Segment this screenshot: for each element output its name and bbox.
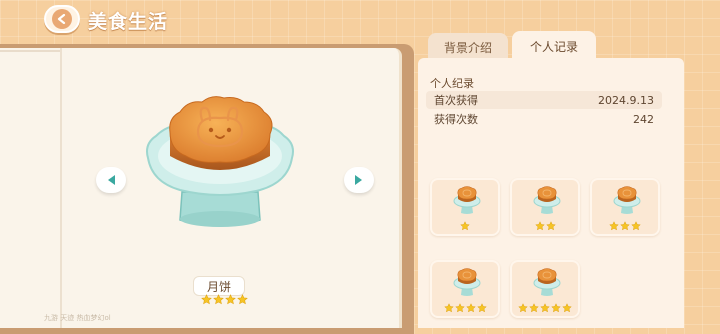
star-icon bbox=[562, 303, 572, 313]
variant-star-rating bbox=[512, 221, 578, 231]
triangle-right-icon bbox=[355, 175, 362, 185]
mooncake-icon bbox=[613, 186, 641, 214]
star-icon bbox=[609, 221, 619, 231]
variant-card[interactable] bbox=[430, 178, 500, 236]
star-icon bbox=[460, 221, 470, 231]
book-spine bbox=[60, 48, 62, 328]
star-icon bbox=[540, 303, 550, 313]
record-value: 2024.9.13 bbox=[598, 93, 654, 107]
record-label: 首次获得 bbox=[434, 94, 478, 107]
page-title: 美食生活 bbox=[88, 11, 169, 33]
variant-card[interactable] bbox=[510, 178, 580, 236]
mooncake-image bbox=[146, 96, 294, 227]
star-icon bbox=[237, 294, 248, 305]
star-icon bbox=[476, 303, 487, 313]
star-icon bbox=[201, 294, 212, 305]
mooncake-icon bbox=[453, 268, 481, 296]
next-item-button[interactable] bbox=[344, 167, 374, 193]
star-icon bbox=[443, 303, 454, 313]
star-icon bbox=[518, 303, 528, 313]
record-row-first-obtained: 首次获得 2024.9.13 bbox=[426, 91, 662, 109]
star-icon bbox=[534, 221, 545, 231]
star-icon bbox=[213, 294, 224, 305]
footer-watermark: 九游 天迹 热血梦幻ol bbox=[44, 314, 111, 322]
prev-item-button[interactable] bbox=[96, 167, 126, 193]
triangle-left-icon bbox=[108, 175, 115, 185]
star-icon bbox=[631, 221, 641, 231]
variant-card[interactable] bbox=[510, 260, 580, 318]
record-label: 获得次数 bbox=[434, 113, 478, 126]
item-name-label: 月饼 bbox=[193, 276, 245, 296]
page-divider bbox=[0, 50, 60, 52]
variant-card[interactable] bbox=[590, 178, 660, 236]
back-button[interactable] bbox=[44, 5, 80, 33]
tab-background-intro[interactable]: 背景介绍 bbox=[428, 33, 508, 61]
star-icon bbox=[545, 221, 556, 231]
variant-card[interactable] bbox=[430, 260, 500, 318]
star-icon bbox=[620, 221, 630, 231]
back-arrow-icon bbox=[52, 9, 72, 29]
variant-star-rating bbox=[432, 221, 498, 231]
variant-star-rating bbox=[512, 303, 578, 313]
tab-personal-record[interactable]: 个人记录 bbox=[512, 31, 596, 61]
variant-star-rating bbox=[592, 221, 658, 231]
star-icon bbox=[225, 294, 236, 305]
star-icon bbox=[529, 303, 539, 313]
record-heading: 个人纪录 bbox=[430, 77, 474, 90]
mooncake-icon bbox=[533, 186, 561, 214]
item-star-rating bbox=[201, 294, 248, 305]
variant-star-rating bbox=[432, 303, 498, 313]
star-icon bbox=[465, 303, 476, 313]
mooncake-icon bbox=[453, 186, 481, 214]
record-row-obtain-count: 获得次数 242 bbox=[426, 110, 662, 128]
record-value: 242 bbox=[633, 112, 654, 126]
star-icon bbox=[454, 303, 465, 313]
mooncake-icon bbox=[533, 268, 561, 296]
star-icon bbox=[551, 303, 561, 313]
